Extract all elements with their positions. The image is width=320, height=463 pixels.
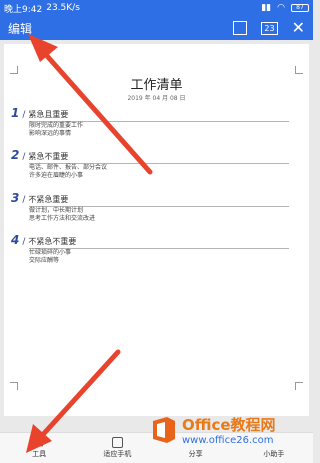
edit-button[interactable]: 编辑 [8, 20, 32, 37]
status-time: 晚上9:42 [4, 4, 43, 15]
signal-icon: ▮▮ [261, 3, 272, 13]
status-bar: 晚上9:42 23.5K/s ▮▮ ◠ 87 [0, 0, 313, 16]
section-2: 2/ 紧急不重要 电话、邮件、报告、部分会议 许多迫在眉睫的小事 [11, 148, 291, 180]
section-line: 限时完成的重要工作 [29, 122, 84, 129]
page-count-button[interactable]: 23 [261, 21, 278, 35]
section-number: 2 [11, 148, 20, 162]
watermark-url: www.office26.com [182, 435, 274, 446]
wifi-icon: ◠ [277, 3, 285, 13]
section-line: 电话、邮件、报告、部分会议 [29, 164, 108, 171]
document-page: 工作清单 2019 年 04 月 08 日 1/ 紧急且重要 限时完成的重要工作… [4, 44, 309, 416]
section-4: 4/ 不紧急不重要 忙碌琐碎的小事 交际应酬等 [11, 233, 291, 265]
section-3: 3/ 不紧急重要 做计划，中长期计划 思考工作方法和交流改进 [11, 191, 291, 223]
page-corner-mark [10, 382, 18, 390]
section-line: 影响深远的事情 [29, 130, 72, 137]
section-line: 做计划，中长期计划 [29, 207, 84, 214]
tools-tab[interactable]: ⊞ 工具 [0, 433, 78, 463]
mobile-view-tab[interactable]: 适应手机 [78, 433, 156, 463]
section-title: 不紧急不重要 [28, 237, 77, 246]
battery-icon: 87 [291, 4, 309, 12]
section-number: 1 [11, 106, 20, 120]
watermark: Office教程网 www.office26.com [150, 410, 310, 450]
mobile-view-label: 适应手机 [103, 450, 132, 458]
top-toolbar: 编辑 23 ✕ [0, 16, 313, 40]
section-title: 紧急不重要 [28, 152, 69, 161]
section-title: 不紧急重要 [28, 195, 69, 204]
assistant-label: 小助手 [263, 450, 285, 458]
status-net-speed: 23.5K/s [46, 3, 80, 13]
section-line: 交际应酬等 [29, 257, 60, 264]
section-title: 紧急且重要 [28, 110, 69, 119]
layout-icon[interactable] [233, 21, 248, 35]
section-number: 3 [11, 191, 20, 205]
share-label: 分享 [188, 450, 203, 458]
page-corner-mark [10, 66, 18, 74]
section-line: 思考工作方法和交流改进 [29, 215, 96, 222]
page-corner-mark [295, 382, 303, 390]
document-title: 工作清单 [130, 78, 183, 93]
office-logo-icon [153, 417, 175, 443]
close-icon[interactable]: ✕ [292, 20, 305, 36]
document-date: 2019 年 04 月 08 日 [127, 95, 186, 102]
section-1: 1/ 紧急且重要 限时完成的重要工作 影响深远的事情 [11, 106, 291, 138]
phone-icon [111, 437, 123, 448]
watermark-title: Office教程网 [182, 416, 276, 434]
section-line: 忙碌琐碎的小事 [29, 249, 72, 256]
tools-label: 工具 [32, 450, 47, 458]
grid-icon: ⊞ [34, 436, 44, 449]
section-line: 许多迫在眉睫的小事 [29, 172, 84, 179]
section-number: 4 [11, 233, 20, 247]
page-corner-mark [295, 66, 303, 74]
